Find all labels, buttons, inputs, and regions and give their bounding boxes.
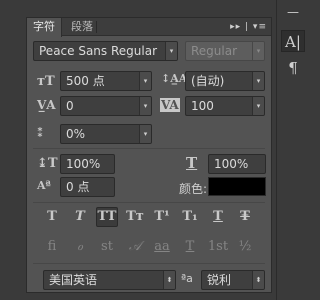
ordinals-button[interactable]: 1st [207, 237, 229, 257]
chevron-down-icon: ▾ [139, 97, 151, 115]
panel-tab-bar: 字符 段落 ▸▸ | ▾≡ [27, 18, 271, 37]
tab-paragraph[interactable]: 段落 [65, 18, 99, 36]
contextual-alternates-button[interactable]: ℴ [69, 237, 91, 257]
underline-button[interactable]: T [207, 207, 229, 227]
faux-bold-button[interactable]: T [41, 207, 63, 227]
font-style-select[interactable]: Regular ▾ [185, 41, 265, 61]
strikethrough-button[interactable]: Ŧ [234, 207, 256, 227]
leading-icon: ↕A̲A [161, 72, 188, 85]
font-size-value: 500 点 [66, 74, 105, 88]
kerning-icon: V̲A [37, 98, 56, 112]
chevron-updown-icon: ⬍ [163, 271, 175, 289]
antialias-icon: ªa [181, 272, 193, 285]
kerning-field[interactable]: 0 ▾ [60, 96, 152, 116]
kerning-value: 0 [66, 99, 74, 113]
chevron-updown-icon: ⬍ [252, 271, 264, 289]
right-tool-strip: —⟶ A| ¶ [276, 0, 309, 300]
horizontal-scale-field[interactable]: 100% [208, 154, 266, 174]
small-caps-button[interactable]: Tт [124, 207, 146, 227]
vertical-scale-icon: ↨T [37, 156, 58, 171]
tsume-field[interactable]: 0% ▾ [60, 124, 152, 144]
font-family-select[interactable]: Peace Sans Regular ▾ [33, 41, 178, 61]
horizontal-scale-icon: T [186, 154, 198, 172]
fractions-button[interactable]: ½ [234, 237, 256, 257]
language-value: 美国英语 [49, 273, 98, 287]
section-divider [33, 148, 265, 149]
brush-tool-icon[interactable]: —⟶ [281, 1, 305, 41]
subscript-button[interactable]: T₁ [179, 207, 201, 227]
panel-menu-icons[interactable]: ▸▸ | ▾≡ [230, 18, 267, 36]
standard-ligatures-button[interactable]: fi [41, 237, 63, 257]
tab-character[interactable]: 字符 [27, 18, 62, 37]
tsume-icon: ⁑ [37, 126, 44, 140]
titling-alternates-button[interactable]: T [179, 237, 201, 257]
vertical-scale-value: 100% [66, 157, 101, 171]
baseline-shift-field[interactable]: 0 点 [60, 177, 115, 197]
color-swatch[interactable] [208, 177, 266, 196]
antialias-select[interactable]: 锐利 ⬍ [201, 270, 265, 290]
character-panel-icon[interactable]: A| [281, 30, 305, 52]
chevron-down-icon: ▾ [139, 72, 151, 90]
discretionary-ligatures-button[interactable]: st [96, 237, 118, 257]
vertical-scale-field[interactable]: 100% [60, 154, 115, 174]
tracking-icon: VA [160, 98, 180, 112]
all-caps-button[interactable]: TT [96, 207, 118, 227]
swash-button[interactable]: 𝒜 [124, 237, 146, 257]
leading-value: (自动) [191, 74, 225, 88]
tracking-field[interactable]: 100 ▾ [185, 96, 265, 116]
horizontal-scale-value: 100% [214, 157, 249, 171]
section-divider [33, 263, 265, 264]
baseline-shift-icon: Aª [37, 179, 51, 192]
chevron-down-icon: ▾ [139, 125, 151, 143]
character-panel: 字符 段落 ▸▸ | ▾≡ Peace Sans Regular ▾ Regul… [26, 17, 272, 293]
baseline-shift-value: 0 点 [66, 180, 90, 194]
section-divider [33, 202, 265, 203]
font-family-value: Peace Sans Regular [39, 44, 158, 58]
chevron-down-icon: ▾ [252, 72, 264, 90]
paragraph-panel-icon[interactable]: ¶ [281, 57, 305, 79]
chevron-down-icon: ▾ [252, 97, 264, 115]
leading-field[interactable]: (自动) ▾ [185, 71, 265, 91]
stylistic-alternates-button[interactable]: aa [151, 237, 173, 257]
superscript-button[interactable]: T¹ [151, 207, 173, 227]
chevron-down-icon: ▾ [252, 42, 264, 60]
tracking-value: 100 [191, 99, 214, 113]
language-select[interactable]: 美国英语 ⬍ [43, 270, 176, 290]
font-size-icon: ᴛT [37, 74, 55, 89]
color-label: 颜色: [179, 182, 208, 196]
antialias-value: 锐利 [207, 273, 232, 287]
font-size-field[interactable]: 500 点 ▾ [60, 71, 152, 91]
chevron-down-icon: ▾ [165, 42, 177, 60]
tsume-value: 0% [66, 127, 86, 141]
font-style-value: Regular [191, 44, 238, 58]
faux-italic-button[interactable]: T [69, 207, 91, 227]
